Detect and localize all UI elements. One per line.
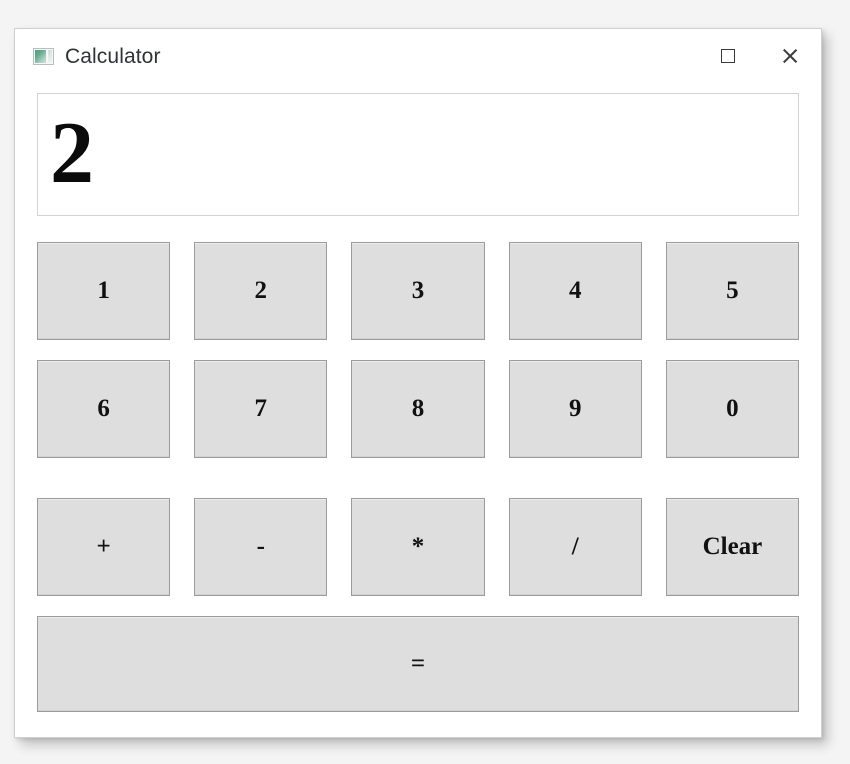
maximize-icon [721, 49, 735, 63]
key-4[interactable]: 4 [508, 242, 642, 340]
calculator-keypad: 1 2 3 4 5 6 7 8 9 0 + - * / Clear = [37, 242, 800, 719]
display-value: 2 [50, 105, 94, 203]
calculator-window: Calculator 2 1 2 3 4 5 6 7 8 9 0 + - * /… [14, 28, 822, 738]
key-7[interactable]: 7 [194, 360, 328, 458]
key-clear[interactable]: Clear [665, 498, 800, 596]
key-divide[interactable]: / [508, 498, 642, 596]
key-plus[interactable]: + [37, 498, 171, 596]
key-2[interactable]: 2 [194, 242, 328, 340]
app-icon-bar [48, 49, 52, 63]
key-multiply[interactable]: * [351, 498, 485, 596]
calculator-display[interactable]: 2 [37, 93, 799, 216]
key-8[interactable]: 8 [351, 360, 485, 458]
key-1[interactable]: 1 [37, 242, 171, 340]
window-title: Calculator [65, 44, 161, 68]
key-5[interactable]: 5 [665, 242, 800, 340]
digits-row-1: 1 2 3 4 5 [37, 242, 800, 340]
key-equals[interactable]: = [37, 616, 799, 712]
key-9[interactable]: 9 [508, 360, 642, 458]
equals-row: = [37, 616, 799, 712]
key-3[interactable]: 3 [351, 242, 485, 340]
window-controls [697, 29, 821, 83]
digits-row-2: 6 7 8 9 0 [37, 360, 800, 458]
key-6[interactable]: 6 [37, 360, 171, 458]
close-button[interactable] [759, 29, 821, 83]
maximize-button[interactable] [697, 29, 759, 83]
operators-row: + - * / Clear [37, 498, 800, 596]
key-minus[interactable]: - [194, 498, 328, 596]
key-0[interactable]: 0 [665, 360, 800, 458]
window-titlebar[interactable]: Calculator [15, 29, 821, 83]
close-icon [781, 47, 799, 65]
calculator-app-icon [33, 47, 54, 65]
screen-canvas: Calculator 2 1 2 3 4 5 6 7 8 9 0 + - * /… [0, 0, 850, 764]
app-icon-fill [35, 49, 46, 63]
window-body: 2 1 2 3 4 5 6 7 8 9 0 + - * / Clear = [15, 83, 821, 737]
titlebar-left: Calculator [33, 46, 161, 67]
